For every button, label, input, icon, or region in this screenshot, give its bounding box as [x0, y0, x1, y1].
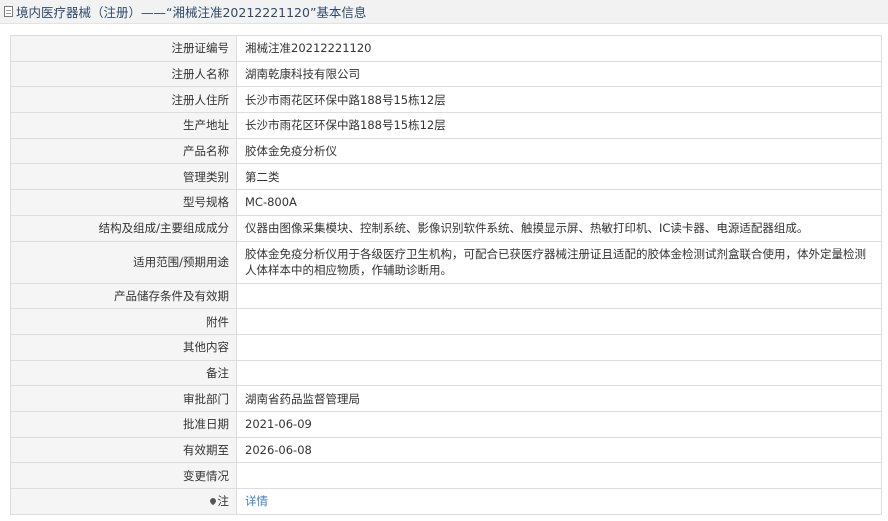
- page-title: 境内医疗器械（注册）——“湘械注准20212221120”基本信息: [16, 5, 367, 20]
- row-label: 变更情况: [10, 462, 237, 489]
- table-row: 变更情况: [10, 462, 882, 489]
- row-value: [236, 462, 882, 489]
- row-label: 备注: [10, 359, 237, 387]
- row-label: 适用范围/预期用途: [10, 240, 237, 284]
- table-row: 产品储存条件及有效期: [10, 282, 882, 310]
- row-label: 附件: [10, 308, 237, 335]
- row-value: [236, 282, 882, 310]
- table-row: 备注: [10, 359, 882, 387]
- table-row: 结构及组成/主要组成成分 仪器由图像采集模块、控制系统、影像识别软件系统、触摸显…: [10, 214, 882, 242]
- table-row: 适用范围/预期用途 胶体金免疫分析仪用于各级医疗卫生机构，可配合已获医疗器械注册…: [10, 240, 882, 284]
- row-label: 产品储存条件及有效期: [10, 282, 237, 310]
- row-value: 第二类: [236, 163, 882, 191]
- row-label: 注册人住所: [10, 86, 237, 114]
- table-row: 有效期至 2026-06-08: [10, 436, 882, 464]
- row-value: 胶体金免疫分析仪用于各级医疗卫生机构，可配合已获医疗器械注册证且适配的胶体金检测…: [236, 240, 882, 284]
- note-label: 注: [217, 494, 230, 509]
- table-row: 型号规格 MC-800A: [10, 189, 882, 216]
- row-value: 胶体金免疫分析仪: [236, 137, 882, 165]
- row-value: 仪器由图像采集模块、控制系统、影像识别软件系统、触摸显示屏、热敏打印机、IC读卡…: [236, 214, 882, 242]
- pin-icon: [208, 497, 217, 506]
- info-table: 注册证编号 湘械注准20212221120 注册人名称 湖南乾康科技有限公司 注…: [10, 35, 882, 515]
- row-value: [236, 359, 882, 387]
- row-value: 湖南省药品监督管理局: [236, 385, 882, 412]
- note-row: 注 详情: [10, 488, 882, 515]
- document-icon: [4, 6, 13, 17]
- row-label: 注册证编号: [10, 35, 237, 62]
- row-value: [236, 333, 882, 361]
- table-row: 注册人住所 长沙市雨花区环保中路188号15栋12层: [10, 86, 882, 114]
- table-row: 注册人名称 湖南乾康科技有限公司: [10, 60, 882, 88]
- table-row: 注册证编号 湘械注准20212221120: [10, 35, 882, 62]
- note-value-cell: 详情: [236, 488, 882, 515]
- row-label: 型号规格: [10, 189, 237, 216]
- page-header: 境内医疗器械（注册）——“湘械注准20212221120”基本信息: [0, 0, 888, 24]
- row-value: 长沙市雨花区环保中路188号15栋12层: [236, 112, 882, 139]
- table-row: 审批部门 湖南省药品监督管理局: [10, 385, 882, 412]
- note-label-cell: 注: [10, 488, 237, 515]
- row-label: 注册人名称: [10, 60, 237, 88]
- table-row: 批准日期 2021-06-09: [10, 410, 882, 438]
- row-value: 湖南乾康科技有限公司: [236, 60, 882, 88]
- row-value: 长沙市雨花区环保中路188号15栋12层: [236, 86, 882, 114]
- row-value: 2021-06-09: [236, 410, 882, 438]
- row-label: 审批部门: [10, 385, 237, 412]
- row-value: 湘械注准20212221120: [236, 35, 882, 62]
- row-label: 产品名称: [10, 137, 237, 165]
- row-value: 2026-06-08: [236, 436, 882, 464]
- row-label: 批准日期: [10, 410, 237, 438]
- table-row: 生产地址 长沙市雨花区环保中路188号15栋12层: [10, 112, 882, 139]
- table-row: 其他内容: [10, 333, 882, 361]
- row-label: 其他内容: [10, 333, 237, 361]
- row-label: 结构及组成/主要组成成分: [10, 214, 237, 242]
- table-row: 附件: [10, 308, 882, 335]
- row-label: 管理类别: [10, 163, 237, 191]
- table-row: 产品名称 胶体金免疫分析仪: [10, 137, 882, 165]
- details-link[interactable]: 详情: [245, 494, 268, 508]
- row-value: MC-800A: [236, 189, 882, 216]
- table-row: 管理类别 第二类: [10, 163, 882, 191]
- row-label: 有效期至: [10, 436, 237, 464]
- row-label: 生产地址: [10, 112, 237, 139]
- row-value: [236, 308, 882, 335]
